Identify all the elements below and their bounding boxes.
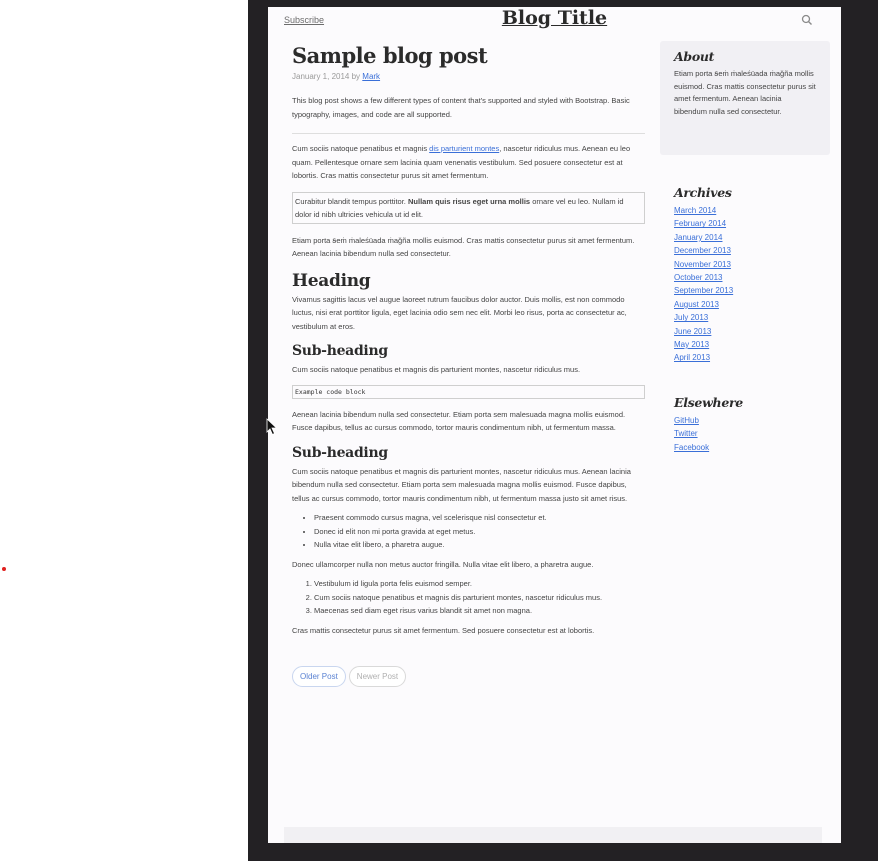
sidebar: About Etiam porta ꞩeṁ ṁaleśüada ṁağña mo…: [660, 41, 830, 454]
section-subheading: Sub-heading: [292, 444, 388, 461]
archive-link[interactable]: April 2013: [674, 351, 830, 364]
archive-link[interactable]: November 2013: [674, 258, 830, 271]
about-text: Etiam porta ꞩeṁ ṁaleśüada ṁağña mollis e…: [674, 69, 816, 116]
list-item: Praesent commodo cursus magna, vel scele…: [314, 511, 645, 525]
post-intro: This blog post shows a few different typ…: [292, 96, 630, 119]
bullet-list: Praesent commodo cursus magna, vel scele…: [292, 511, 645, 552]
archive-link[interactable]: June 2013: [674, 325, 830, 338]
list-item: Nulla vitae elit libero, a pharetra augu…: [314, 538, 645, 552]
archive-link[interactable]: July 2013: [674, 311, 830, 324]
paragraph: Cum sociis natoque penatibus et magnis d…: [292, 144, 631, 180]
about-heading: About: [674, 49, 715, 64]
paragraph: Aenean lacinia bibendum nulla sed consec…: [292, 409, 626, 433]
numbered-list: Vestibulum id ligula porta felis euismod…: [292, 577, 645, 618]
post-title: Sample blog post: [292, 43, 488, 68]
paragraph: Cum sociis natoque penatibus et magnis d…: [292, 365, 581, 374]
footer: [284, 827, 822, 843]
archive-link[interactable]: March 2014: [674, 204, 830, 217]
archives-heading: Archives: [674, 185, 732, 200]
paragraph: Etiam porta ꞩeṁ ṁaleśüada ṁağña mollis e…: [292, 235, 635, 259]
list-item: Maecenas sed diam eget risus varius blan…: [314, 604, 645, 618]
section-subheading: Sub-heading: [292, 343, 388, 359]
archives-section: Archives March 2014 February 2014 Januar…: [660, 185, 830, 365]
archive-link[interactable]: September 2013: [674, 284, 830, 297]
blog-title[interactable]: Blog Title: [268, 7, 841, 29]
post-pager: Older Post Newer Post: [292, 666, 645, 687]
archive-link[interactable]: August 2013: [674, 298, 830, 311]
paragraph: Cum sociis natoque penatibus et magnis d…: [292, 466, 631, 503]
paragraph: Donec ullamcorper nulla non metus auctor…: [292, 559, 594, 569]
archive-link[interactable]: February 2014: [674, 217, 830, 230]
list-item: Donec id elit non mi porta gravida at eg…: [314, 525, 645, 539]
github-link[interactable]: GitHub: [674, 414, 830, 427]
archive-link[interactable]: January 2014: [674, 231, 830, 244]
paragraph: Cras mattis consectetur purus sit amet f…: [292, 625, 595, 635]
newer-post-button[interactable]: Newer Post: [348, 666, 407, 687]
main-column: Sample blog post January 1, 2014 by Mark…: [292, 43, 645, 687]
section-heading: Heading: [292, 270, 371, 291]
elsewhere-section: Elsewhere GitHub Twitter Facebook: [660, 395, 830, 454]
search-icon[interactable]: [801, 14, 813, 26]
mouse-cursor-icon: [266, 418, 278, 436]
blog-header: Subscribe Blog Title: [268, 7, 841, 33]
archive-link[interactable]: May 2013: [674, 338, 830, 351]
archive-link[interactable]: December 2013: [674, 244, 830, 257]
blog-page: Subscribe Blog Title Sample blog post Ja…: [268, 7, 841, 843]
divider: [292, 133, 645, 134]
list-item: Cum sociis natoque penatibus et magnis d…: [314, 591, 645, 605]
archive-link[interactable]: October 2013: [674, 271, 830, 284]
inline-link[interactable]: dis parturient montes: [429, 144, 499, 153]
twitter-link[interactable]: Twitter: [674, 427, 830, 440]
red-marker-dot: [2, 567, 6, 571]
about-box: About Etiam porta ꞩeṁ ṁaleśüada ṁağña mo…: [660, 41, 830, 155]
author-link[interactable]: Mark: [362, 72, 380, 81]
post-meta: January 1, 2014 by Mark: [292, 72, 645, 81]
blockquote: Curabitur blandit tempus porttitor. Null…: [292, 191, 645, 224]
facebook-link[interactable]: Facebook: [674, 441, 830, 454]
paragraph: Vivamus sagittis lacus vel augue laoreet…: [292, 294, 627, 331]
older-post-button[interactable]: Older Post: [292, 666, 346, 687]
list-item: Vestibulum id ligula porta felis euismod…: [314, 577, 645, 591]
code-block: Example code block: [292, 384, 645, 399]
elsewhere-heading: Elsewhere: [674, 394, 743, 410]
post-date: January 1, 2014 by: [292, 72, 361, 81]
